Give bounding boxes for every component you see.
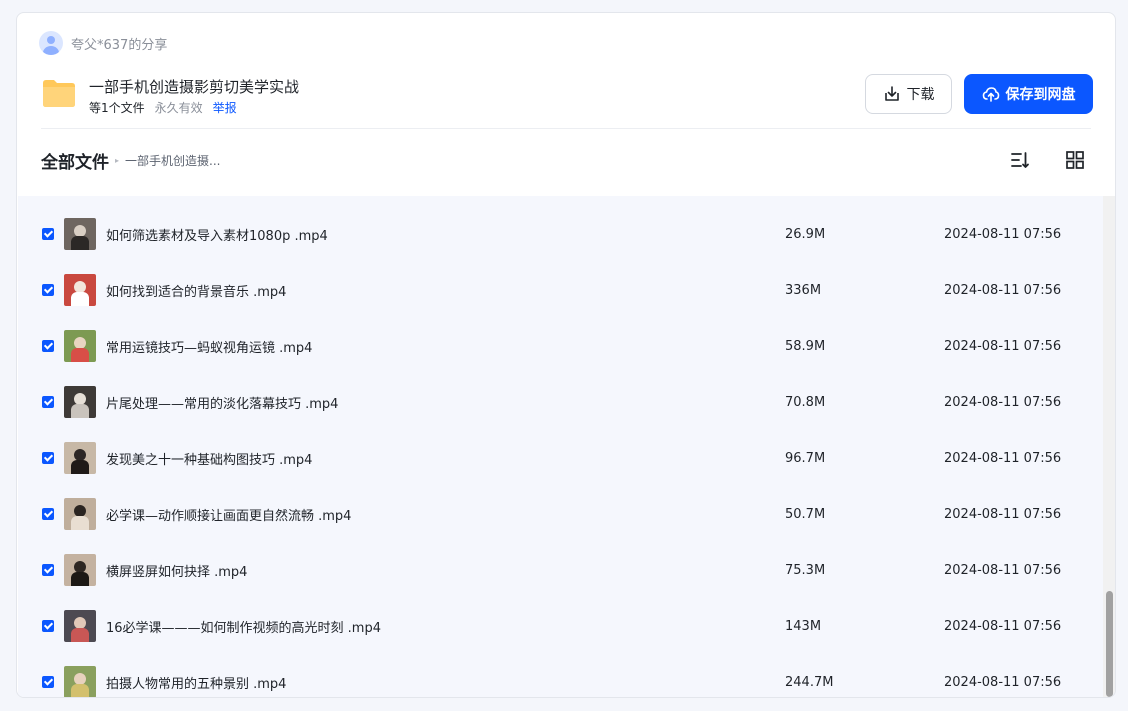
scrollbar-thumb[interactable] <box>1106 591 1113 697</box>
validity-label: 永久有效 <box>154 101 203 115</box>
divider <box>41 128 1091 129</box>
file-checkbox[interactable] <box>42 284 54 296</box>
file-count: 等1个文件 <box>89 101 145 115</box>
file-name[interactable]: 如何找到适合的背景音乐 .mp4 <box>106 281 286 300</box>
file-size: 70.8M <box>785 394 826 410</box>
file-name[interactable]: 发现美之十一种基础构图技巧 .mp4 <box>106 449 312 468</box>
download-button[interactable]: 下载 <box>865 74 952 114</box>
file-date: 2024-08-11 07:56 <box>944 618 1062 634</box>
file-checkbox[interactable] <box>42 564 54 576</box>
file-date: 2024-08-11 07:56 <box>944 282 1062 298</box>
file-date: 2024-08-11 07:56 <box>944 338 1062 354</box>
file-date: 2024-08-11 07:56 <box>944 674 1062 690</box>
file-checkbox[interactable] <box>42 508 54 520</box>
report-link[interactable]: 举报 <box>213 99 237 116</box>
sort-icon[interactable] <box>1010 150 1030 170</box>
file-row[interactable]: 拍摄人物常用的五种景别 .mp4 244.7M 2024-08-11 07:56 <box>18 654 1103 697</box>
file-size: 96.7M <box>785 450 826 466</box>
file-size: 336M <box>785 282 822 298</box>
file-date: 2024-08-11 07:56 <box>944 506 1062 522</box>
video-thumbnail <box>64 554 96 586</box>
file-name[interactable]: 片尾处理——常用的淡化落幕技巧 .mp4 <box>106 393 338 412</box>
breadcrumb-separator: ▸ <box>115 156 120 165</box>
sharer-name: 夸父*637的分享 <box>71 37 168 53</box>
video-thumbnail <box>64 274 96 306</box>
file-name[interactable]: 16必学课———如何制作视频的高光时刻 .mp4 <box>106 617 381 636</box>
video-thumbnail <box>64 442 96 474</box>
download-icon <box>884 86 899 101</box>
video-thumbnail <box>64 498 96 530</box>
file-size: 244.7M <box>785 674 834 690</box>
file-checkbox[interactable] <box>42 452 54 464</box>
video-thumbnail <box>64 666 96 697</box>
file-row[interactable]: 必学课—动作顺接让画面更自然流畅 .mp4 50.7M 2024-08-11 0… <box>18 486 1103 542</box>
file-checkbox[interactable] <box>42 228 54 240</box>
file-size: 26.9M <box>785 226 826 242</box>
file-list: 如何筛选素材及导入素材1080p .mp4 26.9M 2024-08-11 0… <box>18 196 1103 697</box>
file-size: 75.3M <box>785 562 826 578</box>
file-size: 143M <box>785 618 822 634</box>
save-to-drive-button[interactable]: 保存到网盘 <box>964 74 1093 114</box>
share-meta: 等1个文件 永久有效 举报 <box>89 99 237 116</box>
file-name[interactable]: 拍摄人物常用的五种景别 .mp4 <box>106 673 286 692</box>
video-thumbnail <box>64 610 96 642</box>
file-row[interactable]: 片尾处理——常用的淡化落幕技巧 .mp4 70.8M 2024-08-11 07… <box>18 374 1103 430</box>
save-label: 保存到网盘 <box>1005 87 1076 103</box>
file-checkbox[interactable] <box>42 340 54 352</box>
file-name[interactable]: 横屏竖屏如何抉择 .mp4 <box>106 561 247 580</box>
breadcrumb: 全部文件 ▸ 一部手机创造摄... <box>41 148 220 173</box>
file-row[interactable]: 横屏竖屏如何抉择 .mp4 75.3M 2024-08-11 07:56 <box>18 542 1103 598</box>
video-thumbnail <box>64 330 96 362</box>
file-row[interactable]: 常用运镜技巧—蚂蚁视角运镜 .mp4 58.9M 2024-08-11 07:5… <box>18 318 1103 374</box>
file-date: 2024-08-11 07:56 <box>944 450 1062 466</box>
avatar <box>39 31 63 55</box>
share-page-card: 夸父*637的分享 一部手机创造摄影剪切美学实战 等1个文件 永久有效 举报 下… <box>16 12 1116 698</box>
file-size: 58.9M <box>785 338 826 354</box>
file-checkbox[interactable] <box>42 620 54 632</box>
file-checkbox[interactable] <box>42 676 54 688</box>
grid-view-icon[interactable] <box>1065 150 1085 170</box>
video-thumbnail <box>64 218 96 250</box>
file-name[interactable]: 必学课—动作顺接让画面更自然流畅 .mp4 <box>106 505 351 524</box>
file-checkbox[interactable] <box>42 396 54 408</box>
sharer-info: 夸父*637的分享 <box>39 31 167 55</box>
file-row[interactable]: 如何找到适合的背景音乐 .mp4 336M 2024-08-11 07:56 <box>18 262 1103 318</box>
file-date: 2024-08-11 07:56 <box>944 226 1062 242</box>
file-date: 2024-08-11 07:56 <box>944 394 1062 410</box>
video-thumbnail <box>64 386 96 418</box>
download-label: 下载 <box>906 87 935 103</box>
cloud-upload-icon <box>982 87 999 102</box>
file-size: 50.7M <box>785 506 826 522</box>
file-row[interactable]: 16必学课———如何制作视频的高光时刻 .mp4 143M 2024-08-11… <box>18 598 1103 654</box>
breadcrumb-root[interactable]: 全部文件 <box>41 148 109 173</box>
share-title: 一部手机创造摄影剪切美学实战 <box>89 78 300 96</box>
scrollbar[interactable] <box>1103 196 1115 697</box>
file-name[interactable]: 常用运镜技巧—蚂蚁视角运镜 .mp4 <box>106 337 312 356</box>
file-row[interactable]: 如何筛选素材及导入素材1080p .mp4 26.9M 2024-08-11 0… <box>18 206 1103 262</box>
file-date: 2024-08-11 07:56 <box>944 562 1062 578</box>
folder-icon <box>43 80 75 107</box>
breadcrumb-current: 一部手机创造摄... <box>125 154 221 168</box>
file-name[interactable]: 如何筛选素材及导入素材1080p .mp4 <box>106 225 328 244</box>
file-row[interactable]: 发现美之十一种基础构图技巧 .mp4 96.7M 2024-08-11 07:5… <box>18 430 1103 486</box>
